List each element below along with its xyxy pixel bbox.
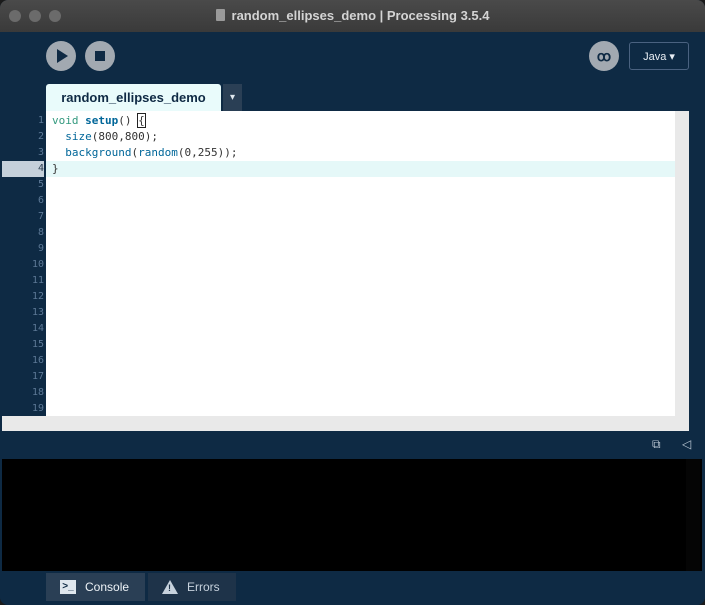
line-number: 5 — [37, 179, 44, 190]
stop-button[interactable] — [85, 41, 115, 71]
stop-icon — [95, 51, 105, 61]
run-button[interactable] — [46, 41, 76, 71]
line-number: 3 — [37, 147, 44, 158]
line-number: 7 — [37, 211, 44, 222]
line-number: 17 — [31, 371, 44, 382]
line-number: 18 — [31, 387, 44, 398]
line-number: 19 — [31, 403, 44, 414]
console-tab[interactable]: >_ Console — [46, 573, 145, 601]
tab-menu-button[interactable]: ▾ — [223, 84, 242, 111]
code-line-4: } — [52, 162, 59, 175]
console-divider-bar[interactable] — [2, 431, 702, 459]
butterfly-icon: ꝏ — [596, 47, 612, 64]
line-number: 2 — [37, 131, 44, 142]
play-icon — [57, 49, 68, 63]
line-number: 1 — [37, 115, 44, 126]
code-line-2: size(800,800); — [65, 130, 158, 143]
mode-selector[interactable]: Java ▾ — [629, 42, 689, 70]
console-tab-label: Console — [85, 580, 130, 594]
console-output[interactable] — [2, 459, 702, 571]
line-number: 11 — [31, 275, 44, 286]
debug-button[interactable]: ꝏ — [589, 41, 619, 71]
editor-vertical-scrollbar[interactable] — [675, 111, 689, 431]
copy-icon[interactable]: ⧉ — [652, 438, 664, 450]
line-number: 16 — [31, 355, 44, 366]
line-number: 4 — [2, 161, 44, 177]
errors-tab[interactable]: ! Errors — [148, 573, 236, 601]
line-number: 15 — [31, 339, 44, 350]
collapse-console-icon[interactable]: ◁ — [682, 437, 691, 451]
console-icon: >_ — [60, 580, 76, 594]
errors-tab-label: Errors — [187, 580, 220, 594]
console-scrollbar[interactable] — [686, 459, 700, 571]
tab-random-ellipses-demo[interactable]: random_ellipses_demo — [46, 84, 221, 111]
text-cursor: { — [137, 113, 146, 128]
code-line-1: void setup() { — [52, 113, 146, 128]
warning-icon: ! — [162, 580, 178, 594]
title-bar: random_ellipses_demo | Processing 3.5.4 — [0, 0, 705, 33]
code-line-3: background(random(0,255)); — [65, 146, 238, 159]
document-icon — [215, 9, 225, 21]
line-number: 9 — [37, 243, 44, 254]
active-line-highlight — [46, 161, 675, 177]
line-number: 8 — [37, 227, 44, 238]
editor-horizontal-scrollbar[interactable] — [2, 416, 675, 431]
line-number: 14 — [31, 323, 44, 334]
line-number: 13 — [31, 307, 44, 318]
line-number: 6 — [37, 195, 44, 206]
line-number: 12 — [31, 291, 44, 302]
window-title: random_ellipses_demo | Processing 3.5.4 — [0, 0, 705, 32]
processing-window: random_ellipses_demo | Processing 3.5.4 … — [0, 0, 705, 605]
line-number: 10 — [31, 259, 44, 270]
